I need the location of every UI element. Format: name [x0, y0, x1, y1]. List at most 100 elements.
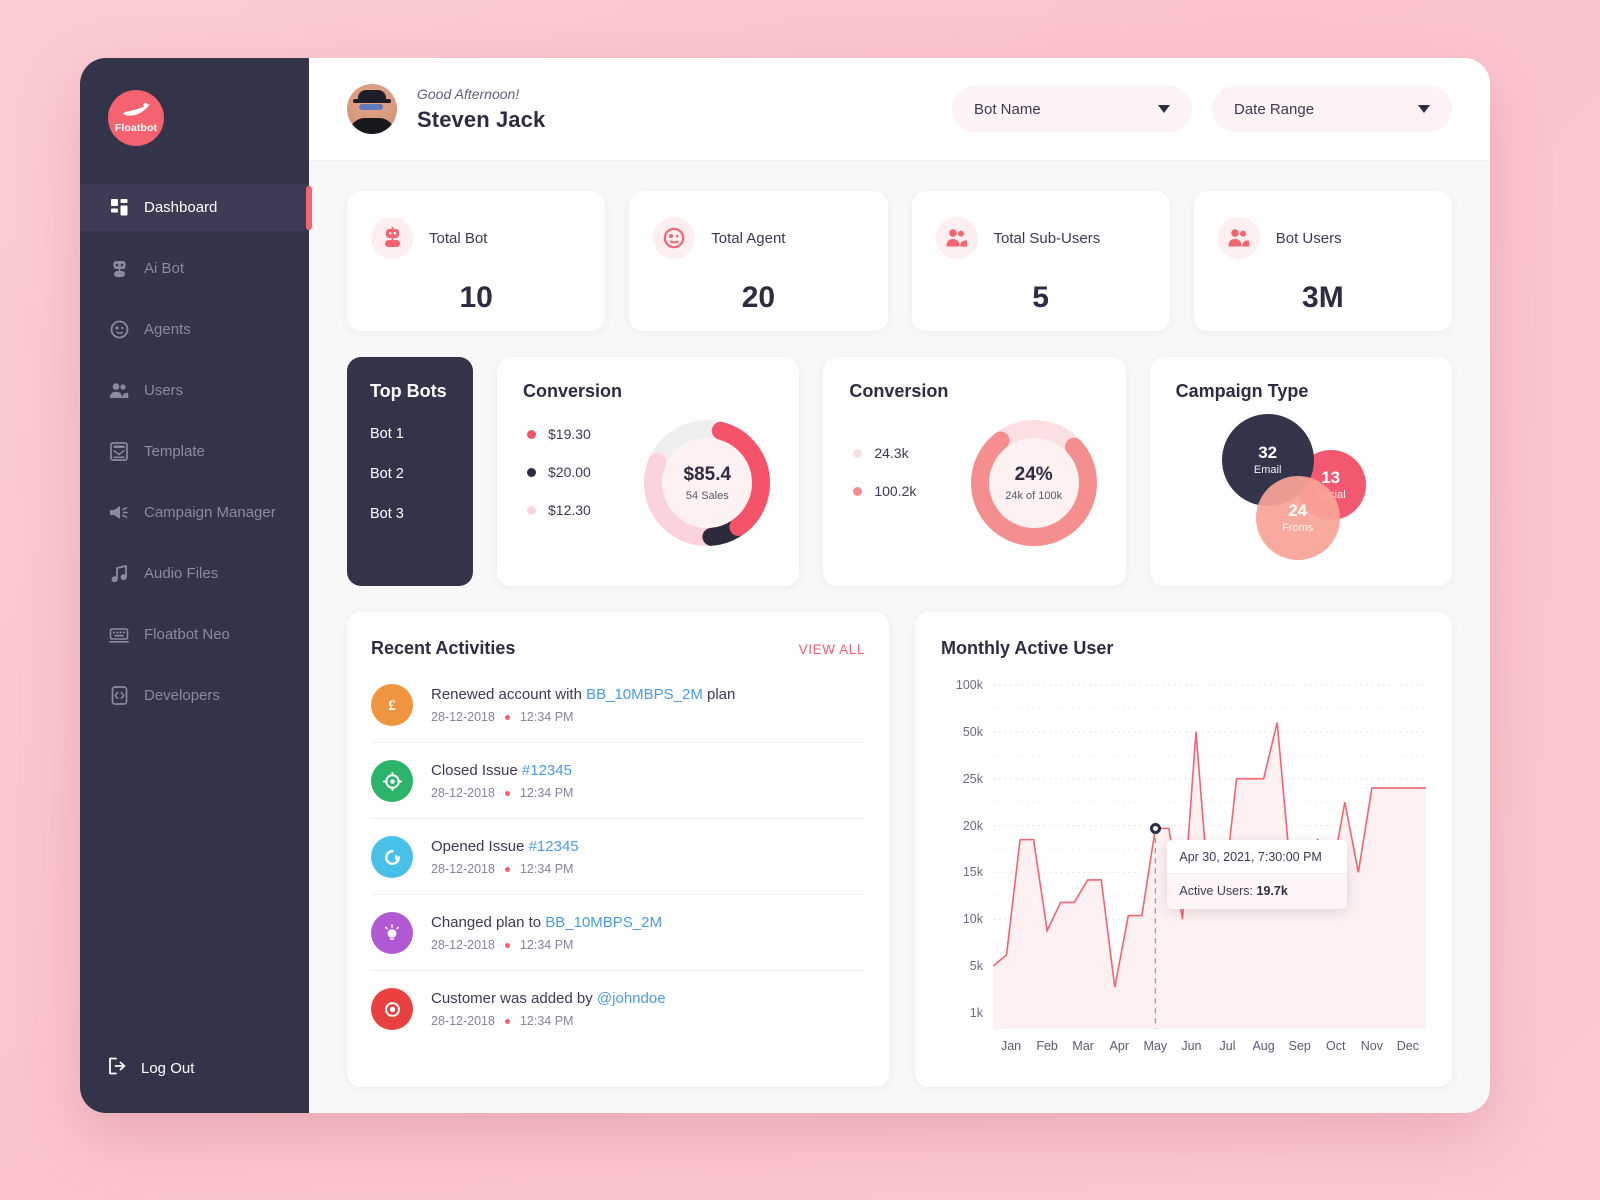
robot-icon [108, 258, 130, 280]
sidebar-item-ai-bot[interactable]: Ai Bot [80, 245, 309, 292]
page-title: Steven Jack [417, 106, 546, 132]
floatbot-logo[interactable]: Floatbot [108, 90, 164, 146]
sidebar-nav: Dashboard Ai Bot Agents Users Template C… [80, 184, 312, 733]
activity-text: Changed plan to BB_10MBPS_2M [431, 914, 662, 931]
chevron-down-icon [1418, 105, 1430, 113]
activity-link[interactable]: BB_10MBPS_2M [586, 686, 703, 703]
sidebar-item-template[interactable]: Template [80, 428, 309, 475]
avatar[interactable] [347, 84, 397, 134]
activity-link[interactable]: @johndoe [597, 990, 666, 1007]
list-item[interactable]: Opened Issue #12345 28-12-2018 12:34 PM [371, 819, 865, 895]
logout-button[interactable]: Log Out [80, 1057, 309, 1079]
sidebar: Floatbot Dashboard Ai Bot Agents Users T… [80, 58, 312, 1113]
legend-item: 24.3k [853, 445, 967, 461]
sidebar-item-campaign-manager[interactable]: Campaign Manager [80, 489, 309, 536]
page-root: Floatbot Dashboard Ai Bot Agents Users T… [0, 0, 1600, 1200]
separator-dot [504, 790, 510, 796]
stat-card-total-sub-users[interactable]: Total Sub-Users 5 [911, 191, 1170, 331]
activity-list: £ Renewed account with BB_10MBPS_2M plan… [371, 667, 865, 1046]
activity-time: 12:34 PM [519, 710, 574, 724]
topbar-filters: Bot Name Date Range [952, 86, 1452, 132]
megaphone-icon [108, 502, 130, 524]
bot-name-dropdown-label: Bot Name [974, 100, 1041, 118]
y-tick-label: 100k [955, 678, 983, 692]
stat-value: 3M [1302, 281, 1344, 314]
users-icon [1217, 217, 1260, 259]
legend-label: 100.2k [874, 483, 917, 499]
greeting-block: Good Afternoon! Steven Jack [417, 86, 545, 133]
bubble-label: Froms [1282, 522, 1314, 535]
sidebar-item-floatbot-neo[interactable]: Floatbot Neo [80, 611, 309, 658]
recent-activities-title: Recent Activities [371, 638, 516, 658]
recent-activities-card: Recent Activities VIEW ALL £ Renewed acc… [347, 612, 889, 1087]
activity-date: 28-12-2018 [431, 710, 495, 724]
activity-date: 28-12-2018 [431, 786, 495, 800]
bubble-froms[interactable]: 24 Froms [1255, 476, 1340, 560]
logo-wordmark: Floatbot [114, 122, 158, 134]
legend-label: $20.00 [548, 464, 591, 480]
chart-hover-marker [1149, 822, 1161, 834]
conversion-rate-card: Conversion 24.3k 100.2k 24% 24k of 100k [823, 357, 1126, 586]
activity-meta: 28-12-2018 12:34 PM [431, 862, 579, 876]
music-note-icon [108, 563, 130, 585]
conversion-rate-donut: 24% 24k of 100k [968, 417, 1100, 549]
campaign-type-title: Campaign Type [1175, 381, 1309, 401]
x-tick-label: Nov [1360, 1039, 1383, 1053]
top-bot-item[interactable]: Bot 2 [370, 466, 473, 482]
activity-time: 12:34 PM [519, 938, 574, 952]
list-item[interactable]: Customer was added by @johndoe 28-12-201… [371, 971, 865, 1046]
refresh-circle-icon [371, 836, 413, 878]
legend-dot [527, 429, 536, 439]
dashboard-content: Total Bot 10 Total Agent 20 Total Sub-Us… [309, 161, 1490, 1113]
stat-value: 20 [741, 281, 776, 314]
sidebar-item-label: Ai Bot [144, 260, 185, 277]
activity-link[interactable]: #12345 [529, 838, 579, 855]
sidebar-item-dashboard[interactable]: Dashboard [80, 184, 312, 231]
y-tick-label: 5k [969, 959, 983, 974]
conversion-sales-donut: $85.4 54 Sales [641, 417, 773, 549]
top-bot-item[interactable]: Bot 3 [370, 506, 473, 522]
list-item[interactable]: Closed Issue #12345 28-12-2018 12:34 PM [371, 743, 865, 819]
sidebar-item-users[interactable]: Users [80, 367, 309, 414]
date-range-dropdown[interactable]: Date Range [1212, 86, 1452, 132]
stat-card-total-bot[interactable]: Total Bot 10 [347, 191, 606, 331]
tooltip-value: Active Users: 19.7k [1167, 874, 1348, 910]
bot-name-dropdown[interactable]: Bot Name [952, 86, 1192, 132]
list-item[interactable]: Changed plan to BB_10MBPS_2M 28-12-2018 … [371, 895, 865, 971]
legend-label: 24.3k [874, 445, 909, 461]
sidebar-item-label: Campaign Manager [144, 504, 276, 521]
legend-item: $12.30 [527, 502, 641, 518]
legend-dot [853, 448, 863, 458]
x-tick-label: Jan [1000, 1039, 1022, 1053]
list-item[interactable]: £ Renewed account with BB_10MBPS_2M plan… [371, 667, 865, 743]
top-bot-item[interactable]: Bot 1 [370, 426, 473, 442]
legend-dot [527, 467, 536, 477]
activity-text: Renewed account with BB_10MBPS_2M plan [431, 686, 736, 703]
sidebar-item-audio-files[interactable]: Audio Files [80, 550, 309, 597]
view-all-link[interactable]: VIEW ALL [799, 642, 865, 657]
code-brackets-icon [108, 685, 130, 707]
x-tick-label: Aug [1252, 1039, 1275, 1053]
activity-link[interactable]: BB_10MBPS_2M [545, 914, 662, 931]
activity-meta: 28-12-2018 12:34 PM [431, 786, 573, 800]
stat-card-total-agent[interactable]: Total Agent 20 [629, 191, 888, 331]
robot-icon [371, 217, 413, 259]
legend-label: $12.30 [548, 502, 591, 518]
sidebar-item-label: Template [144, 443, 205, 460]
stat-value: 10 [459, 281, 493, 314]
topbar: Good Afternoon! Steven Jack Bot Name Dat… [309, 58, 1490, 161]
sidebar-item-agents[interactable]: Agents [80, 306, 309, 353]
brand-logo[interactable]: Floatbot [80, 58, 309, 182]
conversion-sales-title: Conversion [523, 381, 623, 401]
activity-link[interactable]: #12345 [522, 762, 572, 779]
x-tick-label: Jul [1219, 1039, 1236, 1053]
stat-card-bot-users[interactable]: Bot Users 3M [1193, 191, 1452, 331]
activity-time: 12:34 PM [519, 786, 574, 800]
sidebar-item-developers[interactable]: Developers [80, 672, 309, 719]
activity-text: Closed Issue #12345 [431, 762, 572, 779]
separator-dot [504, 714, 510, 720]
y-tick-label: 25k [962, 771, 983, 786]
activity-time: 12:34 PM [519, 1014, 574, 1028]
x-tick-label: Sep [1288, 1039, 1311, 1053]
logout-icon [108, 1057, 127, 1079]
